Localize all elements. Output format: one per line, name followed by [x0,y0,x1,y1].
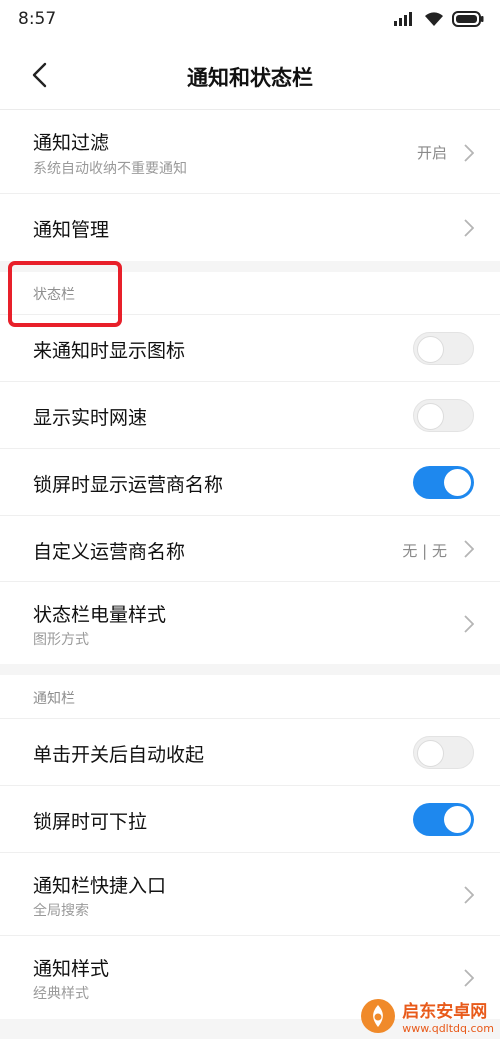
clock: 8:57 [18,9,57,29]
show-speed-toggle[interactable] [413,399,474,432]
row-label: 锁屏时可下拉 [33,811,148,833]
section-label: 通知栏 [33,691,75,707]
toggle-knob [444,469,471,496]
lock-pull-row[interactable]: 锁屏时可下拉 [0,786,500,853]
section-header-notificationbar: 通知栏 [0,675,500,719]
row-label: 通知管理 [33,219,110,241]
chevron-right-icon [464,969,474,987]
section-divider [0,664,500,675]
battery-style-row[interactable]: 状态栏电量样式 图形方式 [0,582,500,664]
chevron-right-icon [464,886,474,904]
watermark-logo-icon [361,999,396,1033]
row-label: 通知样式 [33,958,110,980]
wifi-icon [425,12,443,26]
show-carrier-row[interactable]: 锁屏时显示运营商名称 [0,449,500,516]
toggle-knob [417,403,444,430]
row-sublabel: 全局搜索 [33,903,89,919]
row-sublabel: 经典样式 [33,986,89,1002]
show-icon-toggle[interactable] [413,332,474,365]
cellular-signal-icon [394,12,412,26]
show-speed-row[interactable]: 显示实时网速 [0,382,500,449]
row-label: 自定义运营商名称 [33,541,186,563]
lock-pull-toggle[interactable] [413,803,474,836]
row-sublabel: 系统自动收纳不重要通知 [33,161,187,177]
chevron-right-icon [464,144,474,162]
highlight-box [8,261,122,327]
notification-filter-row[interactable]: 通知过滤 系统自动收纳不重要通知 开启 [0,111,500,194]
system-status-bar: 8:57 [0,0,500,40]
watermark-url: www.qdltdq.com [402,1022,494,1035]
row-label: 显示实时网速 [33,407,148,429]
row-value: 开启 [416,144,447,162]
row-label: 单击开关后自动收起 [33,744,205,766]
row-label: 通知过滤 [33,132,110,154]
chevron-right-icon [464,540,474,558]
show-carrier-toggle[interactable] [413,466,474,499]
toggle-knob [417,336,444,363]
custom-carrier-row[interactable]: 自定义运营商名称 无 | 无 [0,516,500,582]
battery-icon [452,11,484,27]
row-value: 无 | 无 [402,542,447,560]
toggle-knob [444,806,471,833]
chevron-right-icon [464,615,474,633]
page-header: 通知和状态栏 [0,40,500,110]
row-label: 来通知时显示图标 [33,340,186,362]
watermark: 启东安卓网 www.qdltdq.com [360,997,494,1035]
notification-manage-row[interactable]: 通知管理 [0,194,500,261]
watermark-title: 启东安卓网 [402,1002,488,1022]
toggle-knob [417,740,444,767]
auto-collapse-row[interactable]: 单击开关后自动收起 [0,719,500,786]
row-label: 状态栏电量样式 [33,604,167,626]
row-label: 锁屏时显示运营商名称 [33,474,224,496]
chevron-right-icon [464,219,474,237]
page-title: 通知和状态栏 [187,66,313,90]
row-label: 通知栏快捷入口 [33,875,167,897]
quick-entry-row[interactable]: 通知栏快捷入口 全局搜索 [0,853,500,936]
auto-collapse-toggle[interactable] [413,736,474,769]
row-sublabel: 图形方式 [33,632,89,648]
